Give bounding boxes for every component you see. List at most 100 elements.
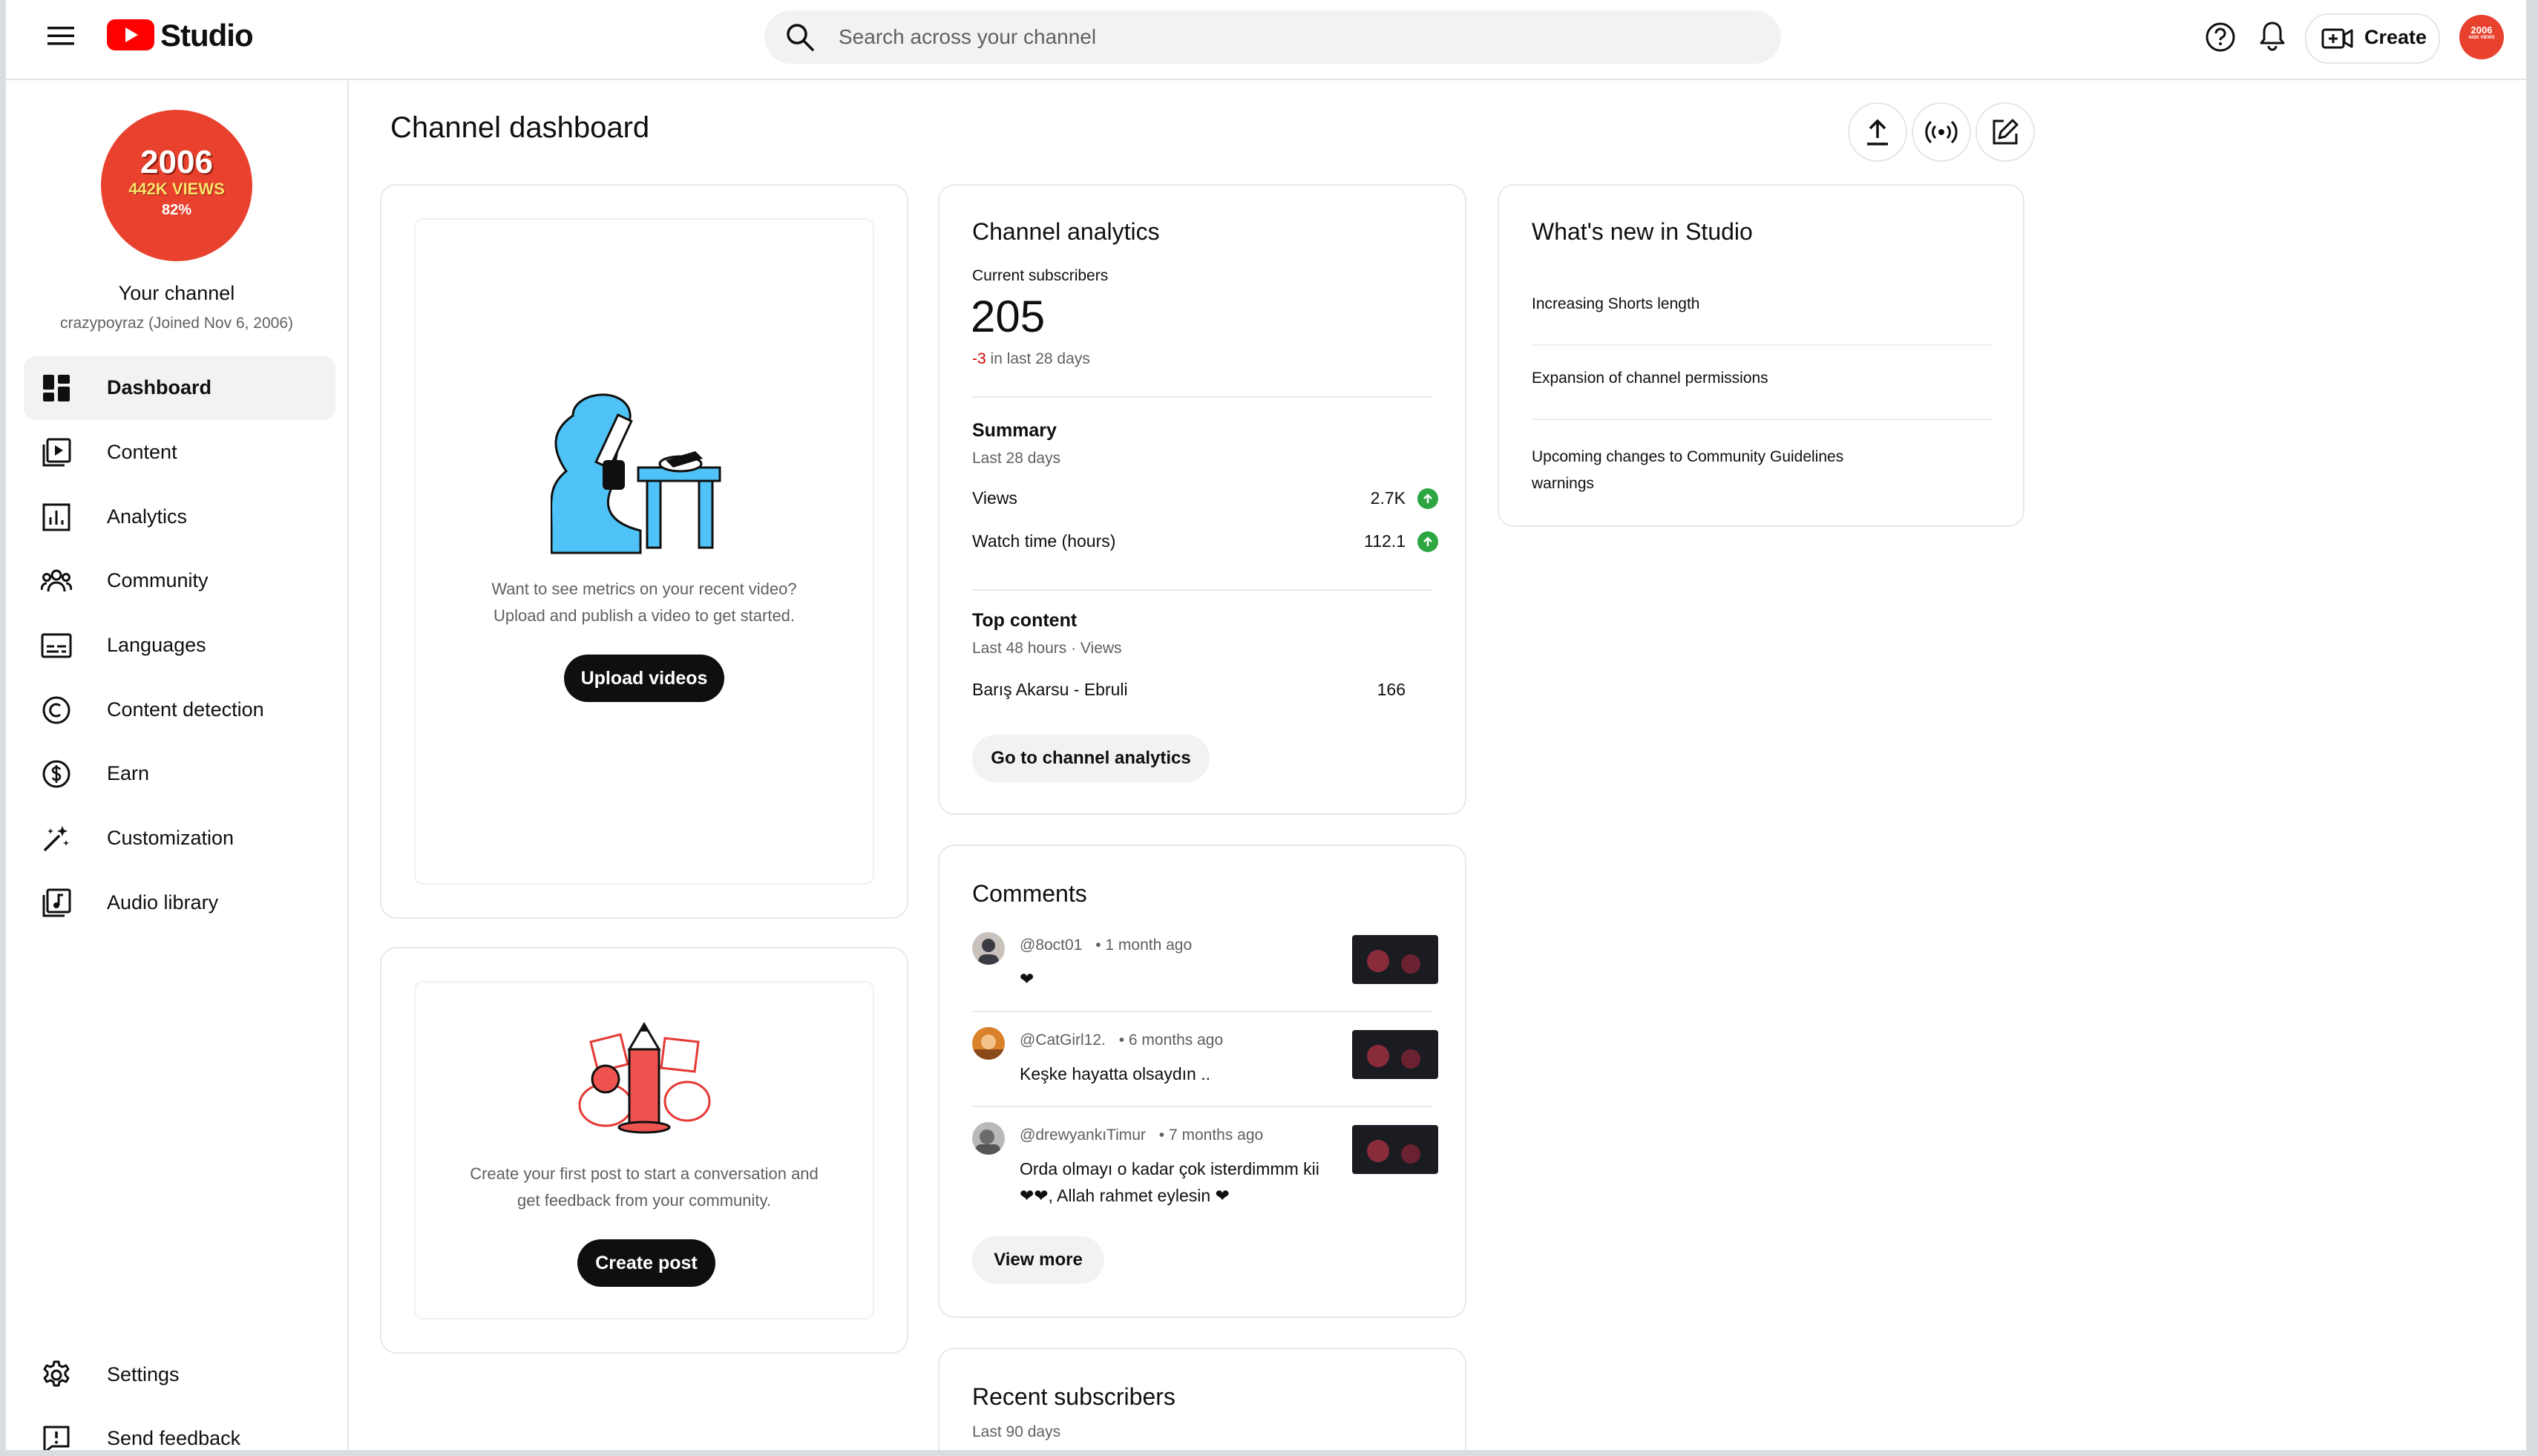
analytics-icon — [40, 501, 73, 534]
subtitles-icon — [40, 629, 73, 662]
comment-meta: @drewyankıTimur • 7 months ago — [1020, 1127, 1263, 1144]
create-label: Create — [2364, 26, 2427, 48]
youtube-logo-icon — [107, 19, 154, 50]
divider — [1532, 344, 1992, 346]
create-button[interactable]: Create — [2305, 13, 2440, 64]
sidebar-item-label: Languages — [107, 634, 206, 656]
comment-meta: @8oct01 • 1 month ago — [1020, 937, 1192, 954]
magic-wand-icon — [40, 822, 73, 855]
channel-avatar-views: 442K VIEWS — [128, 180, 225, 198]
sidebar-item-languages[interactable]: Languages — [24, 614, 335, 678]
whats-new-item[interactable]: Expansion of channel permissions — [1532, 370, 1768, 387]
divider — [972, 1011, 1432, 1012]
sidebar-item-community[interactable]: Community — [24, 549, 335, 613]
gear-icon — [40, 1359, 73, 1391]
post-prompt-line1: Create your first post to start a conver… — [470, 1164, 819, 1183]
feedback-icon — [40, 1423, 73, 1450]
copyright-icon — [40, 694, 73, 727]
comments-card: Comments @8oct01 • 1 month ago ❤ @CatGir… — [938, 845, 1466, 1318]
current-subscribers-label: Current subscribers — [972, 267, 1109, 284]
sidebar-item-content[interactable]: Content — [24, 421, 335, 485]
audio-library-icon — [40, 887, 73, 919]
summary-title: Summary — [972, 420, 1057, 441]
channel-avatar[interactable]: 2006 442K VIEWS 82% — [101, 110, 252, 261]
sidebar-item-settings[interactable]: Settings — [24, 1343, 335, 1407]
channel-handle: crazypoyraz (Joined Nov 6, 2006) — [60, 315, 293, 332]
account-avatar[interactable]: 2006 442K VIEWS — [2459, 15, 2504, 59]
avatar-year-text: 2006 — [2470, 24, 2493, 36]
sidebar-item-analytics[interactable]: Analytics — [24, 485, 335, 549]
post-prompt-line2: get feedback from your community. — [517, 1191, 771, 1210]
avatar-views-text: 442K VIEWS — [2468, 36, 2495, 40]
summary-period: Last 28 days — [972, 450, 1061, 467]
top-content-item-title[interactable]: Barış Akarsu - Ebruli — [972, 680, 1128, 700]
sidebar-item-label: Settings — [107, 1363, 180, 1386]
sidebar-item-send-feedback[interactable]: Send feedback — [24, 1407, 335, 1450]
subscribers-change-value: -3 — [972, 350, 986, 367]
trend-up-icon — [1417, 488, 1438, 509]
notifications-bell-icon[interactable] — [2250, 13, 2295, 58]
sidebar-item-content-detection[interactable]: Content detection — [24, 678, 335, 742]
upload-video-card: Want to see metrics on your recent video… — [380, 184, 908, 919]
view-more-comments-button[interactable]: View more — [972, 1236, 1104, 1284]
menu-icon[interactable] — [39, 13, 83, 58]
avatar[interactable] — [972, 1122, 1005, 1155]
search-bar[interactable]: Search across your channel — [764, 10, 1781, 64]
whats-new-item[interactable]: Upcoming changes to Community Guidelines… — [1532, 444, 1843, 497]
channel-avatar-pct: 82% — [161, 202, 192, 218]
analytics-card-title: Channel analytics — [972, 218, 1160, 245]
comment-video-thumbnail[interactable] — [1352, 1125, 1438, 1174]
help-icon[interactable] — [2198, 15, 2243, 59]
trend-up-icon — [1417, 531, 1438, 552]
comment-meta: @CatGirl12. • 6 months ago — [1020, 1032, 1223, 1049]
sidebar-item-dashboard[interactable]: Dashboard — [24, 356, 335, 420]
sidebar-item-label: Send feedback — [107, 1427, 241, 1449]
avatar[interactable] — [972, 932, 1005, 965]
divider — [972, 396, 1432, 398]
sidebar-item-earn[interactable]: Earn — [24, 742, 335, 806]
comment-text: ❤ — [1020, 969, 1034, 988]
whats-new-title: What's new in Studio — [1532, 218, 1753, 245]
watch-time-value: 112.1 — [1364, 531, 1406, 551]
comment-time: • 6 months ago — [1118, 1032, 1224, 1049]
channel-title: Your channel — [118, 282, 235, 304]
comment-text: Orda olmayı o kadar çok isterdimmm kii — [1020, 1159, 1319, 1178]
comment-author[interactable]: @CatGirl12. — [1020, 1032, 1106, 1049]
go-live-button[interactable] — [1912, 102, 1971, 162]
comment-author[interactable]: @8oct01 — [1020, 937, 1082, 954]
sidebar-item-label: Audio library — [107, 891, 219, 914]
comment-video-thumbnail[interactable] — [1352, 935, 1438, 984]
top-content-title: Top content — [972, 610, 1078, 631]
subscribers-change: -3 in last 28 days — [972, 350, 1090, 368]
sidebar-item-label: Customization — [107, 827, 235, 849]
comment-author[interactable]: @drewyankıTimur — [1020, 1127, 1146, 1144]
comment-time: • 7 months ago — [1158, 1127, 1264, 1144]
current-subscribers-value: 205 — [971, 292, 1046, 341]
recent-subscribers-card: Recent subscribers Last 90 days — [938, 1348, 1466, 1450]
divider — [1532, 419, 1992, 420]
dollar-icon — [40, 758, 73, 790]
page-title: Channel dashboard — [390, 111, 650, 144]
go-to-channel-analytics-button[interactable]: Go to channel analytics — [972, 735, 1210, 782]
comments-card-title: Comments — [972, 880, 1087, 907]
edit-pencil-icon — [1993, 119, 2019, 145]
upload-prompt-line1: Want to see metrics on your recent video… — [491, 580, 797, 598]
sidebar-item-label: Analytics — [107, 505, 188, 528]
create-post-button[interactable]: Create post — [577, 1239, 715, 1287]
upload-videos-cta-button[interactable]: Upload videos — [564, 655, 724, 702]
comment-video-thumbnail[interactable] — [1352, 1030, 1438, 1079]
top-content-item-views: 166 — [1377, 680, 1406, 699]
divider — [972, 589, 1432, 591]
upload-videos-button[interactable] — [1848, 102, 1907, 162]
search-input[interactable]: Search across your channel — [839, 25, 1096, 49]
create-post-action-button[interactable] — [1975, 102, 2035, 162]
whats-new-item[interactable]: Increasing Shorts length — [1532, 295, 1699, 313]
sidebar-item-customization[interactable]: Customization — [24, 807, 335, 870]
channel-avatar-year: 2006 — [140, 144, 213, 180]
sidebar-item-audio-library[interactable]: Audio library — [24, 871, 335, 935]
sidebar-item-label: Content — [107, 441, 177, 463]
avatar[interactable] — [972, 1027, 1005, 1060]
top-content-period: Last 48 hours · Views — [972, 640, 1122, 657]
whats-new-item-line2: warnings — [1532, 475, 1595, 492]
sidebar-item-label: Content detection — [107, 698, 264, 721]
